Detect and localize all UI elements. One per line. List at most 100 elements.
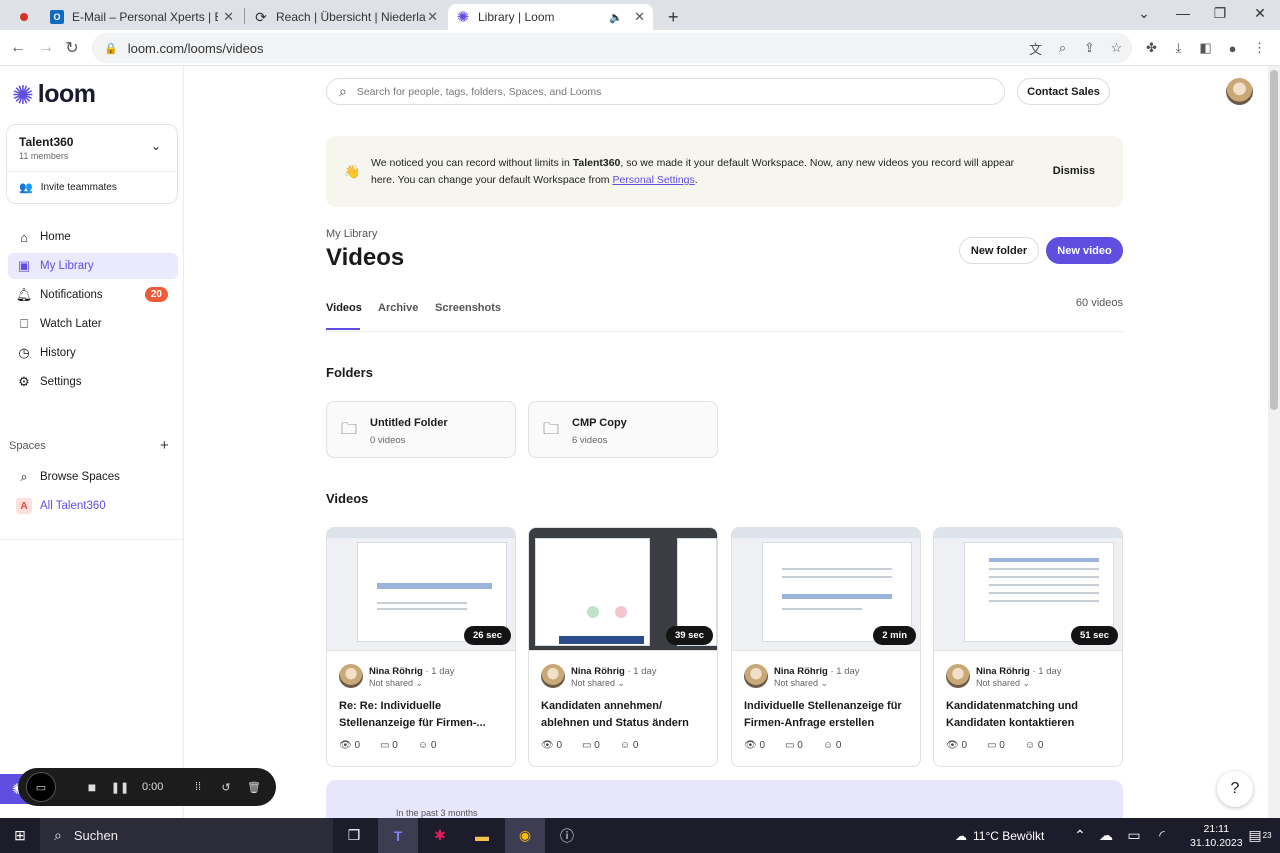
new-folder-button[interactable]: New folder	[959, 237, 1039, 264]
menu-icon[interactable]: ⋮	[1246, 30, 1273, 66]
forward-button[interactable]: →	[32, 30, 60, 66]
task-view-icon[interactable]: ❒	[334, 818, 374, 853]
sidebar-item-watch-later[interactable]: ⎕ Watch Later	[8, 311, 178, 337]
reload-button[interactable]: ↻	[58, 30, 86, 66]
folder-card[interactable]: 🗀 CMP Copy 6 videos	[528, 401, 718, 458]
video-title[interactable]: Re: Re: Individuelle Stellenanzeige für …	[339, 698, 509, 732]
dismiss-button[interactable]: Dismiss	[1053, 165, 1095, 177]
video-card[interactable]: 26 sec Nina Röhrig · 1 day Not shared ⌄ …	[326, 527, 516, 767]
new-tab-button[interactable]: +	[660, 4, 684, 30]
search-icon: ⌕	[20, 469, 28, 484]
video-stats: 👁 0 ▭ 0 ☺ 0	[946, 740, 1063, 751]
file-explorer-icon[interactable]: ▬	[462, 818, 502, 853]
video-card[interactable]: 39 sec Nina Röhrig · 1 day Not shared ⌄ …	[528, 527, 718, 767]
user-avatar[interactable]	[1226, 78, 1253, 105]
browser-tab-reach[interactable]: ⟳ Reach | Übersicht | Niederlassun ✕	[246, 4, 446, 30]
new-video-button[interactable]: New video	[1046, 237, 1123, 264]
taskbar-search[interactable]: ⌕ Suchen	[40, 818, 333, 853]
close-tab-icon[interactable]: ✕	[223, 9, 234, 25]
app-icon[interactable]: ⓘ	[547, 818, 587, 853]
back-button[interactable]: ←	[4, 30, 32, 66]
add-space-button[interactable]: +	[160, 437, 169, 454]
download-icon[interactable]: ⤓	[1165, 30, 1192, 66]
taskbar-clock[interactable]: 21:11 31.10.2023	[1190, 822, 1243, 850]
scrollbar-thumb[interactable]	[1270, 70, 1278, 410]
tab-screenshots[interactable]: Screenshots	[435, 302, 501, 314]
help-button[interactable]: ?	[1217, 771, 1253, 807]
share-status-dropdown[interactable]: Not shared ⌄	[369, 678, 423, 689]
sidebar-item-browse-spaces[interactable]: ⌕ Browse Spaces	[8, 464, 178, 490]
drawing-icon[interactable]: ⁞⁞	[184, 781, 212, 793]
sidebar-item-notifications[interactable]: 🔔︎ Notifications 20	[8, 282, 178, 308]
workspace-members: 11 members	[19, 151, 69, 161]
video-thumbnail[interactable]: 39 sec	[529, 528, 717, 651]
invite-label: Invite teammates	[40, 182, 117, 193]
address-bar[interactable]: 🔒 loom.com/looms/videos	[92, 33, 1132, 63]
tab-videos[interactable]: Videos	[326, 302, 362, 314]
side-panel-icon[interactable]: ◧	[1192, 30, 1219, 66]
invite-teammates-button[interactable]: 👥 Invite teammates	[19, 181, 117, 194]
maximize-button[interactable]: ❐	[1202, 0, 1238, 26]
share-status-dropdown[interactable]: Not shared ⌄	[976, 678, 1030, 689]
zoom-icon[interactable]: ⌕	[1049, 30, 1076, 66]
workspace-switcher[interactable]: Talent360 11 members ⌄ 👥 Invite teammate…	[6, 124, 178, 204]
tab-search-icon[interactable]: ⌄	[1126, 0, 1162, 26]
chevron-down-icon[interactable]: ⌄	[151, 139, 161, 153]
sidebar-item-all-talent360[interactable]: A All Talent360	[8, 493, 178, 519]
windows-taskbar: ⊞ ⌕ Suchen ❒ T ✱ ▬ ◉ ⓘ ☁ 11°C Bewölkt ⌃ …	[0, 818, 1280, 853]
video-card[interactable]: 51 sec Nina Röhrig · 1 day Not shared ⌄ …	[933, 527, 1123, 767]
video-card[interactable]: 2 min Nina Röhrig · 1 day Not shared ⌄ I…	[731, 527, 921, 767]
teams-icon[interactable]: T	[378, 818, 418, 853]
sidebar-item-label: Home	[40, 231, 71, 243]
tab-label: E-Mail – Personal Xperts | Egon	[72, 10, 218, 24]
browser-tab-loom[interactable]: ✺ Library | Loom 🔈 ✕	[448, 4, 653, 30]
tab-label: Reach | Übersicht | Niederlassun	[276, 10, 426, 24]
wifi-icon[interactable]: ◜	[1142, 818, 1182, 853]
browser-tab-email[interactable]: O E-Mail – Personal Xperts | Egon ✕	[42, 4, 242, 30]
video-thumbnail[interactable]: 51 sec	[934, 528, 1122, 651]
sidebar-item-settings[interactable]: ⚙ Settings	[8, 369, 178, 395]
share-status-dropdown[interactable]: Not shared ⌄	[774, 678, 828, 689]
profile-icon[interactable]: ●	[1219, 30, 1246, 66]
pause-button[interactable]: ❚❚	[106, 781, 134, 794]
camera-icon[interactable]: ▭	[26, 772, 56, 802]
chrome-icon[interactable]: ◉	[505, 818, 545, 853]
recording-controls: ✺ ord ▭ ■ ❚❚ 0:00 ⁞⁞ ↺ 🗑︎	[0, 766, 276, 808]
sidebar-item-my-library[interactable]: ▣ My Library	[8, 253, 178, 279]
personal-settings-link[interactable]: Personal Settings	[612, 174, 694, 186]
video-title[interactable]: Kandidatenmatching und Kandidaten kontak…	[946, 698, 1116, 732]
sidebar-item-label: My Library	[40, 260, 94, 272]
breadcrumb[interactable]: My Library	[326, 228, 377, 240]
extensions-icon[interactable]: ✤	[1138, 30, 1165, 66]
search-input[interactable]: ⌕ Search for people, tags, folders, Spac…	[326, 78, 1005, 105]
folder-name: Untitled Folder	[370, 417, 448, 429]
sidebar-item-history[interactable]: ◷ History	[8, 340, 178, 366]
bookmark-star-icon[interactable]: ☆	[1103, 30, 1130, 66]
video-title[interactable]: Kandidaten annehmen/ ablehnen und Status…	[541, 698, 711, 732]
slack-icon[interactable]: ✱	[420, 818, 460, 853]
restart-icon[interactable]: ↺	[212, 781, 240, 794]
audio-icon[interactable]: 🔈	[609, 11, 623, 24]
loom-logo[interactable]: ✺ loom	[12, 80, 96, 109]
video-thumbnail[interactable]: 2 min	[732, 528, 920, 651]
share-status-dropdown[interactable]: Not shared ⌄	[571, 678, 625, 689]
reactions-icon: ☺ 0	[417, 740, 437, 751]
tab-archive[interactable]: Archive	[378, 302, 418, 314]
video-thumbnail[interactable]: 26 sec	[327, 528, 515, 651]
notification-center-icon[interactable]: ▤ 23	[1240, 818, 1280, 853]
share-icon[interactable]: ⇪	[1076, 30, 1103, 66]
close-tab-icon[interactable]: ✕	[427, 9, 438, 25]
weather-widget[interactable]: ☁ 11°C Bewölkt	[955, 818, 1044, 853]
windows-start-icon[interactable]: ⊞	[0, 818, 40, 853]
translate-icon[interactable]: 文	[1022, 30, 1049, 66]
logo-text: loom	[37, 80, 96, 108]
trash-icon[interactable]: 🗑︎	[240, 781, 268, 794]
video-title[interactable]: Individuelle Stellenanzeige für Firmen-A…	[744, 698, 914, 732]
stop-button[interactable]: ■	[78, 779, 106, 795]
close-window-button[interactable]: ✕	[1242, 0, 1278, 26]
close-tab-icon[interactable]: ✕	[634, 9, 645, 25]
contact-sales-button[interactable]: Contact Sales	[1017, 78, 1110, 105]
minimize-button[interactable]: —	[1165, 0, 1201, 26]
folder-card[interactable]: 🗀 Untitled Folder 0 videos	[326, 401, 516, 458]
sidebar-item-home[interactable]: ⌂ Home	[8, 224, 178, 250]
